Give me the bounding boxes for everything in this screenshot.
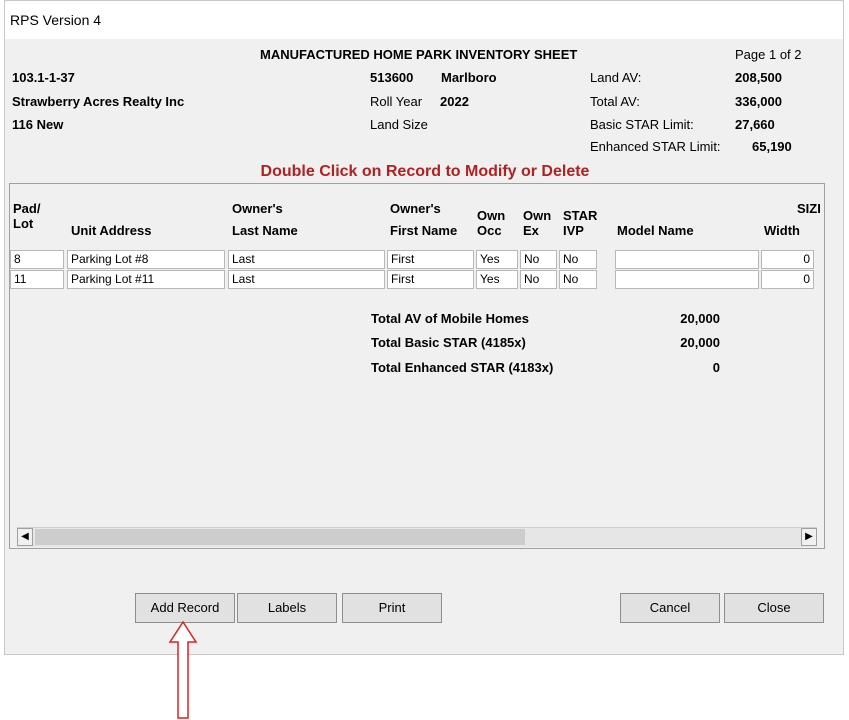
col-width[interactable]: Width [764, 223, 800, 238]
cell-own-occ[interactable]: Yes [476, 250, 518, 269]
col-star-ivp-line2: IVP [563, 223, 584, 238]
cell-own-ex[interactable]: No [520, 250, 557, 269]
property-address: 116 New [12, 117, 64, 132]
inventory-grid[interactable]: Pad/ Lot Unit Address Owner's Last Name … [9, 183, 825, 549]
total-av-label: Total AV: [590, 94, 640, 109]
parcel-id: 103.1-1-37 [12, 70, 75, 85]
roll-year-label: Roll Year [370, 94, 423, 109]
roll-year-value: 2022 [440, 94, 469, 109]
cell-star-ivp[interactable]: No [559, 270, 597, 289]
swis-code: 513600 [370, 70, 414, 85]
col-model-name[interactable]: Model Name [617, 223, 694, 238]
cell-pad[interactable]: 11 [10, 270, 64, 289]
enhanced-star-limit-label: Enhanced STAR Limit: [590, 139, 721, 154]
municipality: Marlboro [441, 70, 497, 85]
col-owner-last[interactable]: Owner's Last Name [232, 201, 298, 238]
page-indicator: Page 1 of 2 [735, 47, 802, 62]
cell-pad[interactable]: 8 [10, 250, 64, 269]
total-enhanced-star-value: 0 [712, 360, 720, 375]
total-enhanced-star-label: Total Enhanced STAR (4183x) [371, 360, 554, 375]
cell-width[interactable]: 0 [761, 250, 814, 269]
col-own-occ-line2: Occ [477, 223, 502, 238]
cell-owner-first[interactable]: First [387, 270, 474, 289]
col-own-ex-line1: Own [523, 208, 552, 223]
cell-owner-first[interactable]: First [387, 250, 474, 269]
col-unit-address[interactable]: Unit Address [71, 223, 151, 238]
horizontal-scrollbar[interactable]: ◀ ▶ [17, 527, 817, 547]
col-star-ivp-line1: STAR [563, 208, 598, 223]
labels-button[interactable]: Labels [237, 593, 337, 623]
col-pad-line1: Pad/ [13, 201, 41, 216]
col-own-occ-line1: Own [477, 208, 506, 223]
land-av-value: 208,500 [735, 70, 782, 85]
cell-width[interactable]: 0 [761, 270, 814, 289]
print-button[interactable]: Print [342, 593, 442, 623]
window-title: RPS Version 4 [10, 12, 102, 28]
total-basic-star-label: Total Basic STAR (4185x) [371, 335, 526, 350]
title-bar: RPS Version 4 [5, 1, 843, 39]
col-size[interactable]: SIZI [797, 201, 821, 216]
left-arrow-icon[interactable]: ◀ [17, 528, 33, 546]
up-arrow-icon [168, 620, 198, 719]
cell-model-name[interactable] [615, 250, 759, 269]
enhanced-star-limit-value: 65,190 [752, 139, 792, 154]
col-own-ex[interactable]: Own Ex [523, 208, 551, 238]
col-owner-first-line2: First Name [390, 223, 458, 238]
col-pad-lot[interactable]: Pad/ Lot [13, 201, 40, 231]
land-av-label: Land AV: [590, 70, 642, 85]
cell-own-occ[interactable]: Yes [476, 270, 518, 289]
total-av-mobile-homes-value: 20,000 [680, 311, 720, 326]
scrollbar-thumb[interactable] [35, 529, 525, 545]
cancel-button[interactable]: Cancel [620, 593, 720, 623]
cell-model-name[interactable] [615, 270, 759, 289]
cell-unit-address[interactable]: Parking Lot #8 [67, 250, 225, 269]
total-basic-star-value: 20,000 [680, 335, 720, 350]
cell-star-ivp[interactable]: No [559, 250, 597, 269]
add-record-button[interactable]: Add Record [135, 593, 235, 623]
cell-owner-last[interactable]: Last [228, 250, 385, 269]
instruction-text: Double Click on Record to Modify or Dele… [260, 163, 590, 180]
col-pad-line2: Lot [13, 216, 34, 231]
total-av-mobile-homes-label: Total AV of Mobile Homes [371, 311, 529, 326]
rps-window: RPS Version 4 MANUFACTURED HOME PARK INV… [4, 0, 844, 655]
cell-owner-last[interactable]: Last [228, 270, 385, 289]
col-owner-last-line1: Owner's [232, 201, 283, 216]
right-arrow-icon[interactable]: ▶ [801, 528, 817, 546]
basic-star-limit-label: Basic STAR Limit: [590, 117, 694, 132]
col-owner-first-line1: Owner's [390, 201, 441, 216]
owner-name: Strawberry Acres Realty Inc [12, 94, 185, 109]
col-own-occ[interactable]: Own Occ [477, 208, 505, 238]
col-owner-first[interactable]: Owner's First Name [390, 201, 457, 238]
sheet-title: MANUFACTURED HOME PARK INVENTORY SHEET [260, 47, 578, 62]
total-av-value: 336,000 [735, 94, 782, 109]
col-star-ivp[interactable]: STAR IVP [563, 208, 597, 238]
basic-star-limit-value: 27,660 [735, 117, 775, 132]
col-owner-last-line2: Last Name [232, 223, 298, 238]
land-size-label: Land Size [370, 117, 428, 132]
cell-unit-address[interactable]: Parking Lot #11 [67, 270, 225, 289]
close-button[interactable]: Close [724, 593, 824, 623]
cell-own-ex[interactable]: No [520, 270, 557, 289]
col-own-ex-line2: Ex [523, 223, 539, 238]
